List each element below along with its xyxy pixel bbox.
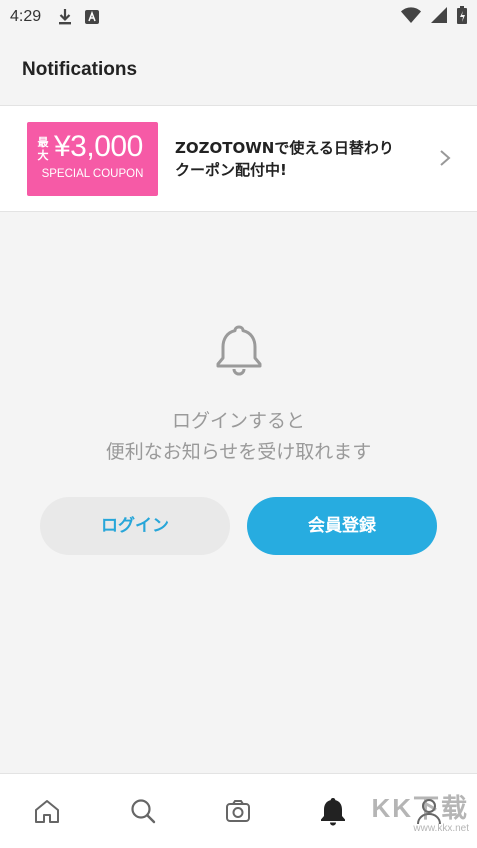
empty-message-line1: ログインすると: [171, 410, 305, 432]
coupon-prefix: 最大: [37, 135, 49, 162]
login-button[interactable]: ログイン: [40, 497, 230, 555]
status-time: 4:29: [10, 8, 42, 25]
bell-icon[interactable]: [318, 796, 348, 826]
empty-message: ログインすると 便利なお知らせを受け取れます: [0, 406, 477, 468]
bottom-nav: KK下载 www.kkx.net: [0, 773, 477, 848]
coupon-banner[interactable]: 最大 ¥3,000 SPECIAL COUPON ZOZOTOWNで使える日替わ…: [0, 106, 477, 212]
wifi-icon: [401, 6, 421, 28]
banner-text: ZOZOTOWNで使える日替わり クーポン配付中!: [175, 137, 415, 181]
chevron-right-icon: [439, 149, 451, 171]
app-header: Notifications: [0, 34, 477, 106]
banner-text-line1: ZOZOTOWNで使える日替わり: [175, 138, 394, 157]
empty-message-line2: 便利なお知らせを受け取れます: [105, 441, 372, 463]
coupon-subtitle: SPECIAL COUPON: [41, 167, 144, 180]
empty-state: ログインすると 便利なお知らせを受け取れます ログイン 会員登録: [0, 212, 477, 773]
watermark: KK下载 www.kkx.net: [371, 788, 469, 834]
camera-icon[interactable]: [223, 796, 253, 826]
page-title: Notifications: [22, 58, 138, 80]
watermark-text: KK下载: [371, 793, 469, 823]
register-button[interactable]: 会員登録: [247, 497, 437, 555]
coupon-badge: 最大 ¥3,000 SPECIAL COUPON: [27, 121, 158, 196]
app-notification-icon: [85, 10, 100, 24]
download-icon: [57, 8, 73, 26]
battery-icon: [457, 5, 467, 29]
bell-icon: [214, 324, 264, 380]
search-icon[interactable]: [128, 796, 158, 826]
signal-icon: [431, 6, 447, 28]
home-icon[interactable]: [32, 796, 62, 826]
coupon-amount: ¥3,000: [54, 129, 143, 163]
banner-text-line2: クーポン配付中!: [175, 160, 287, 179]
status-bar: 4:29: [0, 0, 477, 34]
